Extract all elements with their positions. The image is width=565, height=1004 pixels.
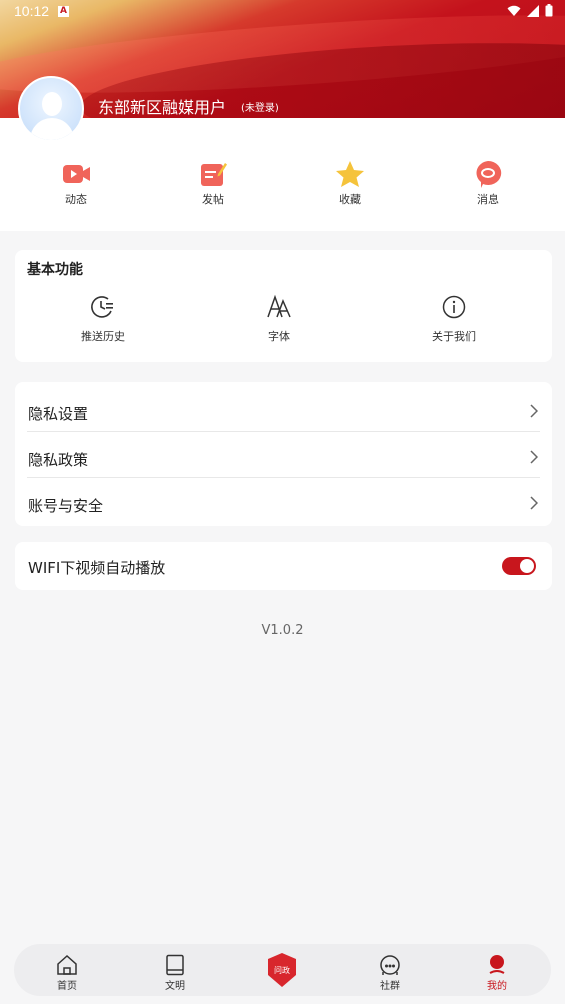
basic-function-label: 推送历史	[81, 330, 125, 343]
bottom-nav: 首页 文明 问政 社群 我的	[14, 944, 551, 996]
avatar-body-shape	[30, 118, 74, 140]
quick-action-post[interactable]: 发帖	[173, 160, 253, 207]
username[interactable]: 东部新区融媒用户	[98, 94, 226, 118]
signal-icon	[527, 4, 539, 17]
settings-row-label: 隐私政策	[28, 451, 89, 469]
star-icon	[336, 161, 364, 187]
info-icon	[442, 295, 466, 319]
basic-functions-card: 基本功能 推送历史 字体 关于我们	[15, 250, 552, 362]
quick-action-label: 发帖	[202, 193, 224, 206]
quick-action-label: 消息	[477, 193, 499, 206]
basic-function-label: 字体	[268, 330, 290, 343]
profile-icon	[489, 955, 505, 974]
basic-function-label: 关于我们	[432, 330, 476, 343]
home-icon	[57, 954, 77, 975]
post-edit-icon	[201, 163, 227, 186]
quick-action-dynamics[interactable]: 动态	[36, 160, 116, 207]
status-bar: 10:12 A	[0, 0, 565, 24]
wifi-icon	[507, 5, 521, 16]
basic-function-about-us[interactable]: 关于我们	[409, 294, 499, 344]
notification-icon: A	[58, 6, 69, 17]
chevron-right-icon	[530, 496, 538, 510]
nav-item-label: 我的	[487, 981, 507, 992]
video-icon	[63, 165, 90, 183]
nav-item-mine[interactable]: 我的	[467, 954, 527, 992]
history-icon	[91, 296, 113, 318]
battery-icon	[545, 4, 553, 17]
chevron-right-icon	[530, 404, 538, 418]
wifi-autoplay-card: WIFI下视频自动播放	[15, 542, 552, 590]
font-icon	[267, 294, 291, 318]
nav-item-wenzheng[interactable]: 问政	[268, 953, 296, 987]
nav-item-civilization[interactable]: 文明	[145, 954, 205, 992]
wenzheng-badge-text: 问政	[274, 965, 290, 975]
toggle-knob	[520, 559, 534, 573]
avatar[interactable]	[18, 76, 84, 142]
nav-item-label: 社群	[380, 981, 400, 992]
status-icons	[507, 4, 553, 17]
wifi-autoplay-label: WIFI下视频自动播放	[28, 559, 166, 577]
wenzheng-badge-icon: 问政	[268, 953, 296, 987]
message-icon	[476, 160, 502, 188]
nav-item-community[interactable]: 社群	[360, 954, 420, 992]
basic-function-push-history[interactable]: 推送历史	[58, 294, 148, 344]
nav-item-label: 文明	[165, 981, 185, 992]
basic-function-font[interactable]: 字体	[234, 294, 324, 344]
settings-row-label: 隐私设置	[28, 405, 89, 423]
profile-header: 10:12 A	[0, 0, 565, 118]
quick-action-label: 收藏	[339, 193, 361, 206]
basic-functions-title: 基本功能	[27, 262, 83, 278]
quick-actions: 动态 发帖 收藏 消息	[0, 118, 565, 231]
chevron-right-icon	[530, 450, 538, 464]
nav-item-label: 首页	[57, 981, 77, 992]
book-icon	[166, 954, 184, 976]
settings-row-privacy-policy[interactable]: 隐私政策	[27, 432, 540, 478]
settings-card: 隐私设置 隐私政策 账号与安全	[15, 382, 552, 526]
quick-action-messages[interactable]: 消息	[448, 160, 528, 207]
settings-row-label: 账号与安全	[28, 497, 104, 515]
avatar-head-shape	[42, 92, 62, 116]
settings-row-account-security[interactable]: 账号与安全	[27, 478, 540, 524]
nav-item-home[interactable]: 首页	[37, 954, 97, 992]
app-version: V1.0.2	[261, 623, 304, 638]
login-status[interactable]: (未登录)	[241, 99, 279, 114]
wifi-autoplay-toggle[interactable]	[502, 557, 536, 575]
quick-action-label: 动态	[65, 193, 87, 206]
settings-row-privacy-settings[interactable]: 隐私设置	[27, 386, 540, 432]
status-time: 10:12	[14, 3, 50, 19]
community-icon	[380, 955, 400, 975]
quick-action-favorites[interactable]: 收藏	[310, 160, 390, 207]
